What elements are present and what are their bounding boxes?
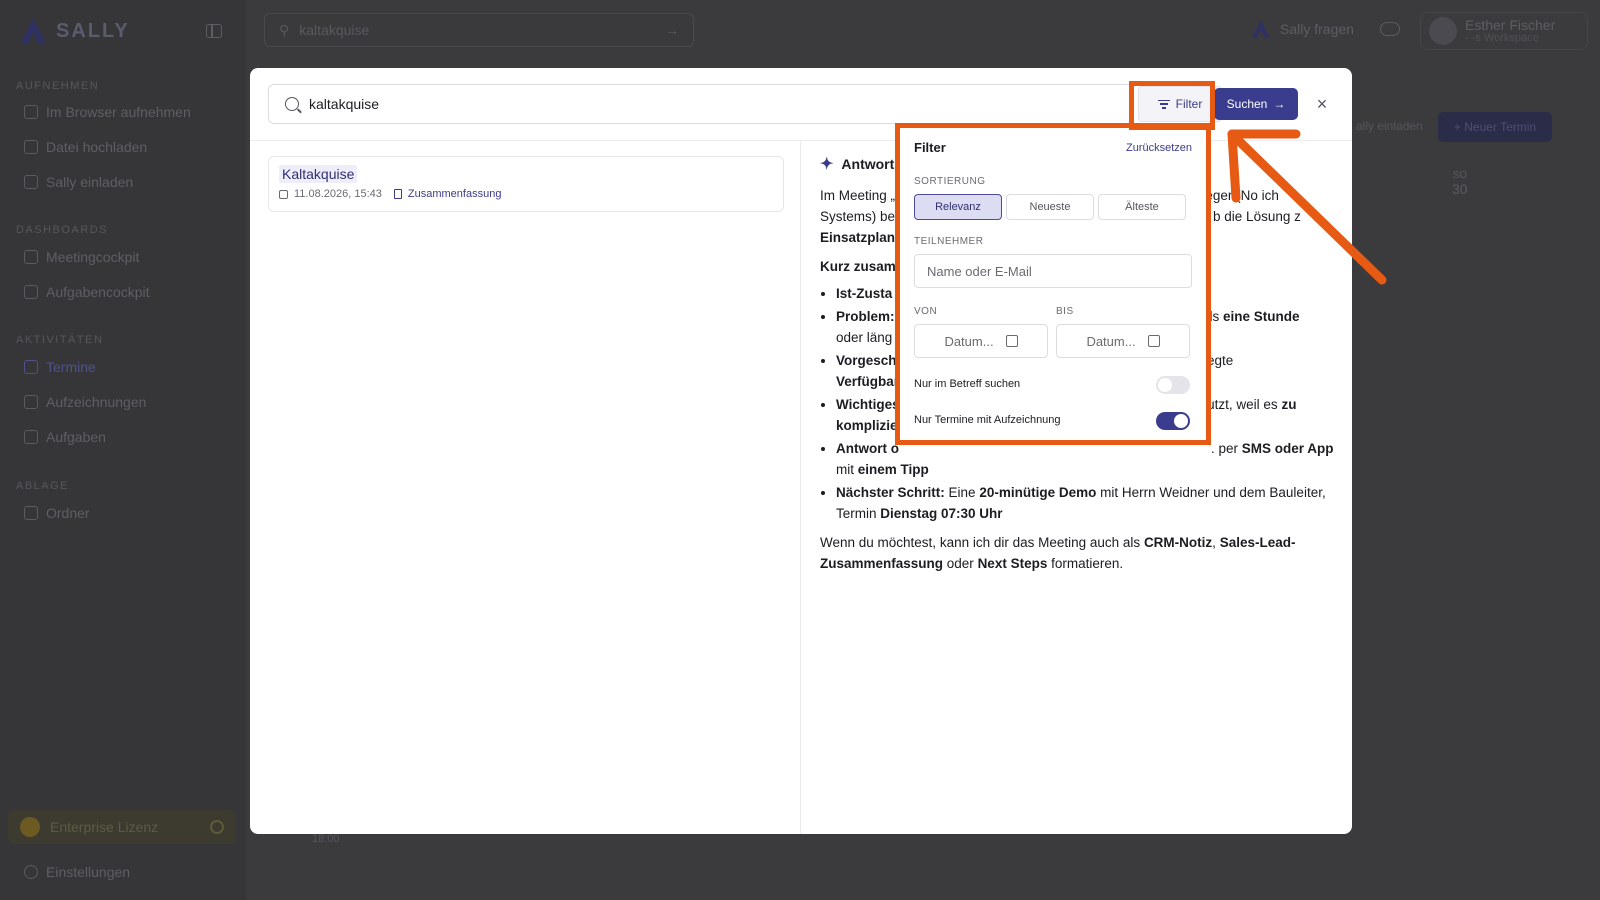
license-icon	[20, 817, 40, 837]
brand-name: SALLY	[56, 19, 130, 42]
search-button-label: Suchen	[1226, 97, 1268, 111]
sidebar-item-label: Sally einladen	[46, 174, 134, 190]
sidebar-item-aufgabencockpit[interactable]: Aufgabencockpit	[24, 282, 150, 302]
result-title[interactable]: Kaltakquise	[279, 165, 358, 183]
sidebar-item-settings[interactable]: Einstellungen	[24, 862, 130, 882]
license-label: Enterprise Lizenz	[50, 819, 159, 835]
sidebar-item-ordner[interactable]: Ordner	[24, 503, 90, 523]
search-button[interactable]: Suchen →	[1214, 88, 1298, 120]
ask-sally-label: Sally fragen	[1280, 21, 1354, 37]
ask-sally-button[interactable]: Sally fragen	[1250, 18, 1354, 40]
search-result-item[interactable]: Kaltakquise 11.08.2026, 15:43 Zusammenfa…	[268, 156, 784, 212]
day-abbrev: SO	[1452, 170, 1468, 181]
document-icon	[393, 189, 402, 199]
sidebar-item-aufzeichnungen[interactable]: Aufzeichnungen	[24, 392, 146, 412]
waveform-icon	[24, 395, 38, 409]
checkbox-icon	[24, 285, 38, 299]
sidebar-item-label: Aufzeichnungen	[46, 394, 147, 410]
result-meta: 11.08.2026, 15:43 Zusammenfassung	[279, 188, 773, 200]
grid-icon	[24, 250, 38, 264]
arrow-right-icon[interactable]: →	[665, 22, 679, 38]
search-icon: ⚲	[279, 21, 290, 38]
calendar-day-header: SO 30	[1452, 170, 1468, 197]
new-appointment-button[interactable]: + Neuer Termin	[1438, 112, 1552, 142]
logo: SALLY	[16, 14, 130, 48]
time-label: 18:00	[312, 833, 340, 845]
gear-icon	[24, 865, 38, 879]
sally-logo-icon	[20, 18, 46, 44]
microphone-icon	[24, 105, 38, 119]
arrow-right-icon: →	[1273, 97, 1286, 111]
sidebar-collapse-icon[interactable]	[206, 24, 222, 38]
sidebar-item-meetingcockpit[interactable]: Meetingcockpit	[24, 247, 139, 267]
sidebar-item-upload[interactable]: Datei hochladen	[24, 137, 147, 157]
workspace-name: - -s Workspace	[1465, 32, 1539, 44]
sidebar-item-label: Termine	[46, 359, 96, 375]
user-name: Esther Fischer	[1465, 17, 1556, 33]
highlight-filter-popover	[895, 123, 1211, 445]
sidebar-item-invite-sally[interactable]: Sally einladen	[24, 172, 133, 192]
list-item: Nächster Schritt: Eine 20-minütige Demo …	[836, 482, 1340, 524]
sidebar-item-label: Ordner	[46, 505, 90, 521]
avatar	[1429, 17, 1457, 45]
sidebar: SALLY AUFNEHMEN Im Browser aufnehmen Dat…	[0, 0, 246, 900]
section-title-aktivitaeten: AKTIVITÄTEN	[16, 334, 104, 346]
global-search-value: kaltakquise	[299, 22, 370, 38]
close-icon[interactable]: ×	[1314, 95, 1330, 113]
section-title-dashboards: DASHBOARDS	[16, 224, 109, 236]
section-title-aufnehmen: AUFNEHMEN	[16, 80, 100, 92]
upload-icon	[24, 140, 38, 154]
day-number: 30	[1452, 181, 1468, 197]
sidebar-item-label: Aufgaben	[46, 429, 106, 445]
user-plus-icon	[24, 175, 38, 189]
modal-search-value: kaltakquise	[309, 96, 380, 112]
answer-heading-label: Antwort	[841, 156, 895, 172]
sidebar-item-label: Datei hochladen	[46, 139, 148, 155]
global-search-input[interactable]: ⚲ kaltakquise →	[264, 13, 694, 47]
modal-search-input[interactable]: kaltakquise	[268, 84, 1140, 124]
sidebar-item-termine[interactable]: Termine	[24, 357, 96, 377]
license-settings-icon	[210, 820, 224, 834]
answer-outro: Wenn du möchtest, kann ich dir das Meeti…	[820, 535, 1296, 571]
user-menu[interactable]: Esther Fischer - -s Workspace	[1420, 12, 1588, 50]
sparkle-icon: ✦	[820, 156, 834, 173]
sidebar-item-aufgaben[interactable]: Aufgaben	[24, 427, 106, 447]
result-datetime: 11.08.2026, 15:43	[294, 188, 382, 200]
cloud-icon[interactable]	[1380, 22, 1400, 36]
sidebar-item-label: Aufgabencockpit	[46, 284, 150, 300]
sally-logo-icon	[1252, 20, 1270, 38]
annotation-arrow-icon	[1227, 129, 1387, 285]
summary-link[interactable]: Zusammenfassung	[408, 188, 502, 200]
license-badge[interactable]: Enterprise Lizenz	[8, 810, 236, 844]
search-icon	[285, 97, 299, 111]
sidebar-item-label: Meetingcockpit	[46, 249, 140, 265]
divider	[800, 141, 801, 834]
sidebar-item-browser-record[interactable]: Im Browser aufnehmen	[24, 102, 191, 122]
section-title-ablage: ABLAGE	[16, 480, 70, 492]
sidebar-item-label: Im Browser aufnehmen	[46, 104, 191, 120]
list-check-icon	[24, 430, 38, 444]
sidebar-item-label: Einstellungen	[46, 864, 131, 880]
calendar-icon	[279, 189, 288, 199]
folder-icon	[24, 506, 38, 520]
calendar-icon	[24, 360, 38, 374]
